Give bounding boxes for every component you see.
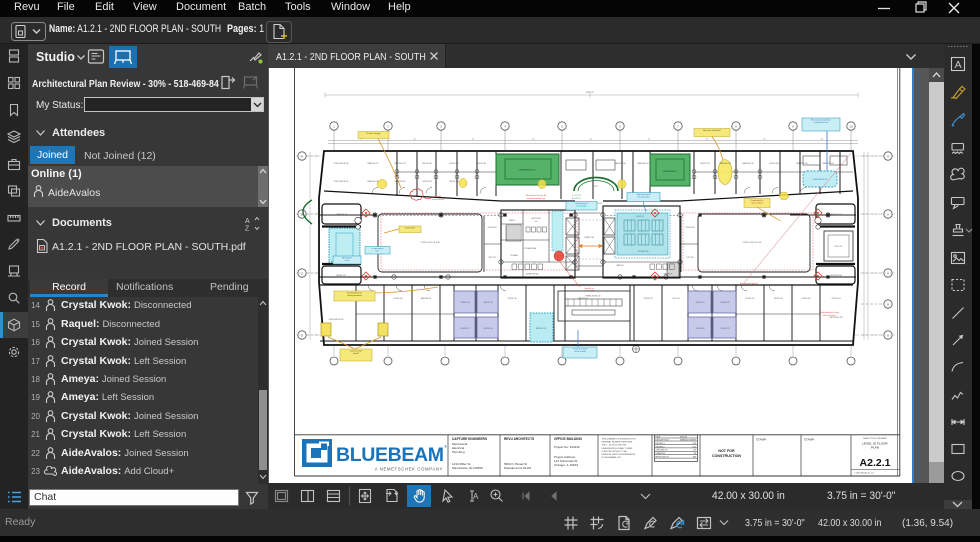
svg-text:A: A [473, 492, 479, 501]
svg-text:03/02/21: 03/02/21 [680, 437, 687, 439]
svg-text:REVIEW 2: REVIEW 2 [656, 446, 665, 448]
svg-text:DIMENSIONS FOR ANY OTHER: DIMENSIONS FOR ANY OTHER [602, 447, 633, 450]
svg-text:Manchester, NH 06550: Manchester, NH 06550 [452, 466, 483, 470]
svg-text:STAMP:: STAMP: [756, 438, 767, 442]
svg-text:OFFICE BUILDING: OFFICE BUILDING [554, 437, 582, 441]
svg-text:2/25: 2/25 [692, 446, 696, 448]
svg-text:DESCRIPTION: DESCRIPTION [656, 440, 670, 442]
svg-text:CW: CW [693, 450, 696, 452]
svg-text:A: A [245, 218, 250, 225]
svg-text:Plumbing: Plumbing [452, 450, 465, 454]
svg-text:A NEMETSCHEK COMPANY: A NEMETSCHEK COMPANY [375, 467, 443, 472]
svg-text:SHEET TITLE & NUMBER: SHEET TITLE & NUMBER [863, 438, 887, 440]
svg-text:®: ® [444, 444, 447, 449]
svg-text:Chicago, IL 60601: Chicago, IL 60601 [554, 463, 579, 467]
svg-text:REVIEW 1: REVIEW 1 [656, 443, 665, 445]
svg-text:ONLY - DO NOT USE THE: ONLY - DO NOT USE THE [602, 445, 628, 447]
svg-text:APPROVED BY: APPROVED BY [656, 456, 670, 459]
svg-text:CAPTURE ENGINEERS: CAPTURE ENGINEERS [452, 437, 487, 441]
svg-text:A2.2.1: A2.2.1 [860, 457, 891, 469]
svg-text:CHECKED BY: CHECKED BY [656, 450, 669, 452]
svg-text:Z: Z [245, 226, 250, 232]
svg-text:CONSTRUCTION: CONSTRUCTION [712, 454, 741, 458]
svg-text:GENERAL REVIEW PURPOSES: GENERAL REVIEW PURPOSES [602, 441, 633, 444]
svg-text:OF BLUEBEAM, INC.: OF BLUEBEAM, INC. [602, 456, 623, 459]
svg-text:REVU ARCHITECTS: REVU ARCHITECTS [504, 437, 534, 441]
svg-text:JM: JM [693, 453, 696, 455]
svg-text:DATE: DATE [656, 436, 662, 439]
svg-text:AW: AW [693, 456, 696, 459]
svg-text:NOT FOR: NOT FOR [718, 449, 735, 453]
svg-text:PURPOSE WITHOUT THE: PURPOSE WITHOUT THE [602, 451, 628, 453]
svg-text:EXPRESS WRITTEN PERMISSION: EXPRESS WRITTEN PERMISSION [602, 454, 636, 456]
svg-text:2/18: 2/18 [692, 443, 696, 445]
svg-text:A: A [955, 59, 962, 71]
svg-text:© 2019 Bluebeam, Inc.: © 2019 Bluebeam, Inc. [854, 472, 875, 475]
svg-text:Pasadena CA 91101: Pasadena CA 91101 [504, 466, 532, 470]
svg-text:STAMP:: STAMP: [804, 438, 815, 442]
svg-text:BLUEBEAM: BLUEBEAM [336, 444, 444, 466]
svg-text:THIS DRAWING IS INTENDED FOR: THIS DRAWING IS INTENDED FOR [602, 438, 636, 441]
svg-text:Project No: 323232: Project No: 323232 [554, 445, 580, 449]
svg-text:DRAWN BY: DRAWN BY [656, 452, 667, 455]
svg-text:PLAN: PLAN [871, 446, 879, 450]
svg-text:MARKED REVIEW: MARKED REVIEW [680, 439, 696, 442]
